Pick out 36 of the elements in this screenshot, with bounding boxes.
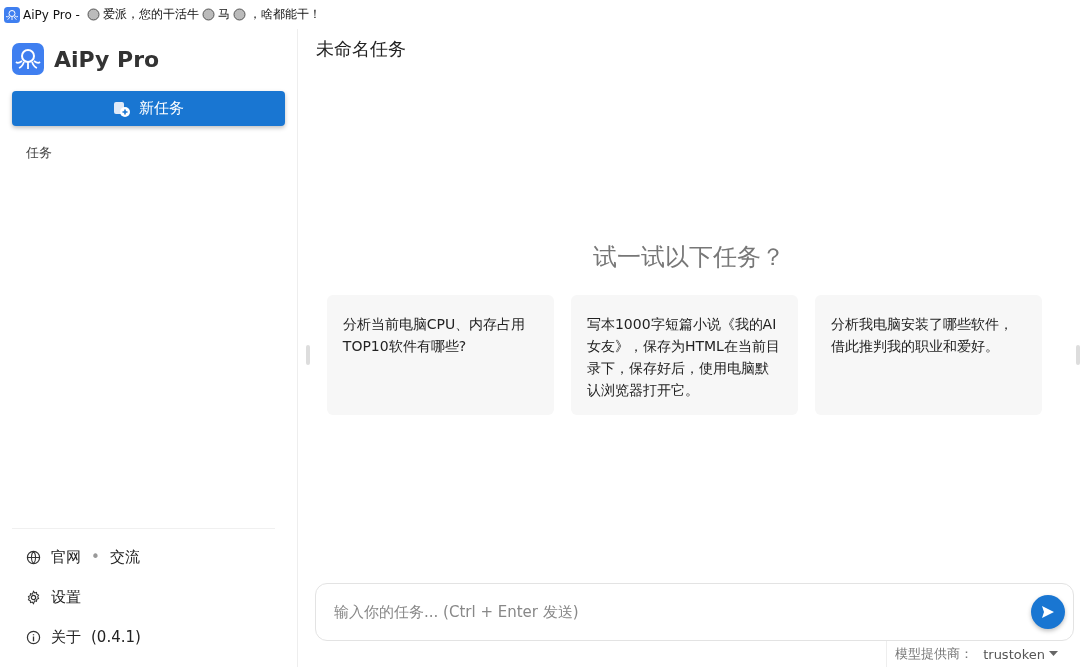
link-text: • bbox=[91, 548, 100, 566]
info-icon bbox=[26, 629, 41, 645]
send-icon bbox=[1040, 604, 1056, 620]
send-button[interactable] bbox=[1031, 595, 1065, 629]
sidebar-link[interactable]: 关于 (0.4.1) bbox=[12, 617, 275, 657]
window-title: 马 bbox=[217, 6, 230, 23]
window-title: 爱派，您的干活牛 bbox=[102, 6, 199, 23]
link-text: (0.4.1) bbox=[91, 628, 141, 646]
window-title: ，啥都能干！ bbox=[248, 6, 321, 23]
sidebar-link[interactable]: 设置 bbox=[12, 577, 275, 617]
settings-icon bbox=[26, 589, 41, 605]
scroll-handle[interactable] bbox=[1076, 345, 1080, 365]
new-task-button[interactable]: 新任务 bbox=[12, 91, 285, 126]
octopus-logo-icon bbox=[12, 43, 44, 75]
provider-label: 模型提供商： bbox=[895, 645, 974, 663]
link-text: 交流 bbox=[109, 547, 140, 567]
suggestion-card[interactable]: 分析我电脑安装了哪些软件，借此推判我的职业和爱好。 bbox=[815, 295, 1043, 415]
globe-icon bbox=[26, 549, 41, 565]
app-name: AiPy Pro bbox=[54, 46, 160, 72]
scroll-handle[interactable] bbox=[306, 345, 310, 365]
provider-dropdown[interactable]: trustoken bbox=[983, 646, 1058, 662]
task-title: 未命名任务 bbox=[316, 37, 407, 61]
sidebar-link[interactable]: 官网 • 交流 bbox=[12, 537, 275, 577]
task-input-field[interactable]: 输入你的任务... (Ctrl + Enter 发送) bbox=[332, 602, 1031, 622]
link-text: 官网 bbox=[51, 547, 81, 567]
add-task-icon bbox=[113, 99, 131, 118]
suggestion-card[interactable]: 分析当前电脑CPU、内存占用TOP10软件有哪些? bbox=[326, 295, 554, 415]
link-text: 关于 bbox=[51, 627, 81, 647]
task-input-box[interactable]: 输入你的任务... (Ctrl + Enter 发送) bbox=[315, 583, 1074, 641]
caret-icon bbox=[1049, 651, 1058, 657]
prompt-heading: 试一试以下任务？ bbox=[593, 242, 785, 273]
section-label: 任务 bbox=[26, 144, 52, 162]
window-title: AiPy Pro - bbox=[23, 7, 81, 22]
link-text: 设置 bbox=[51, 587, 81, 607]
suggestion-card[interactable]: 写本1000字短篇小说《我的AI女友》，保存为HTML在当前目录下，保存好后，使用电脑默认浏览器打开它。 bbox=[570, 295, 799, 415]
octopus-logo-icon bbox=[4, 6, 20, 23]
